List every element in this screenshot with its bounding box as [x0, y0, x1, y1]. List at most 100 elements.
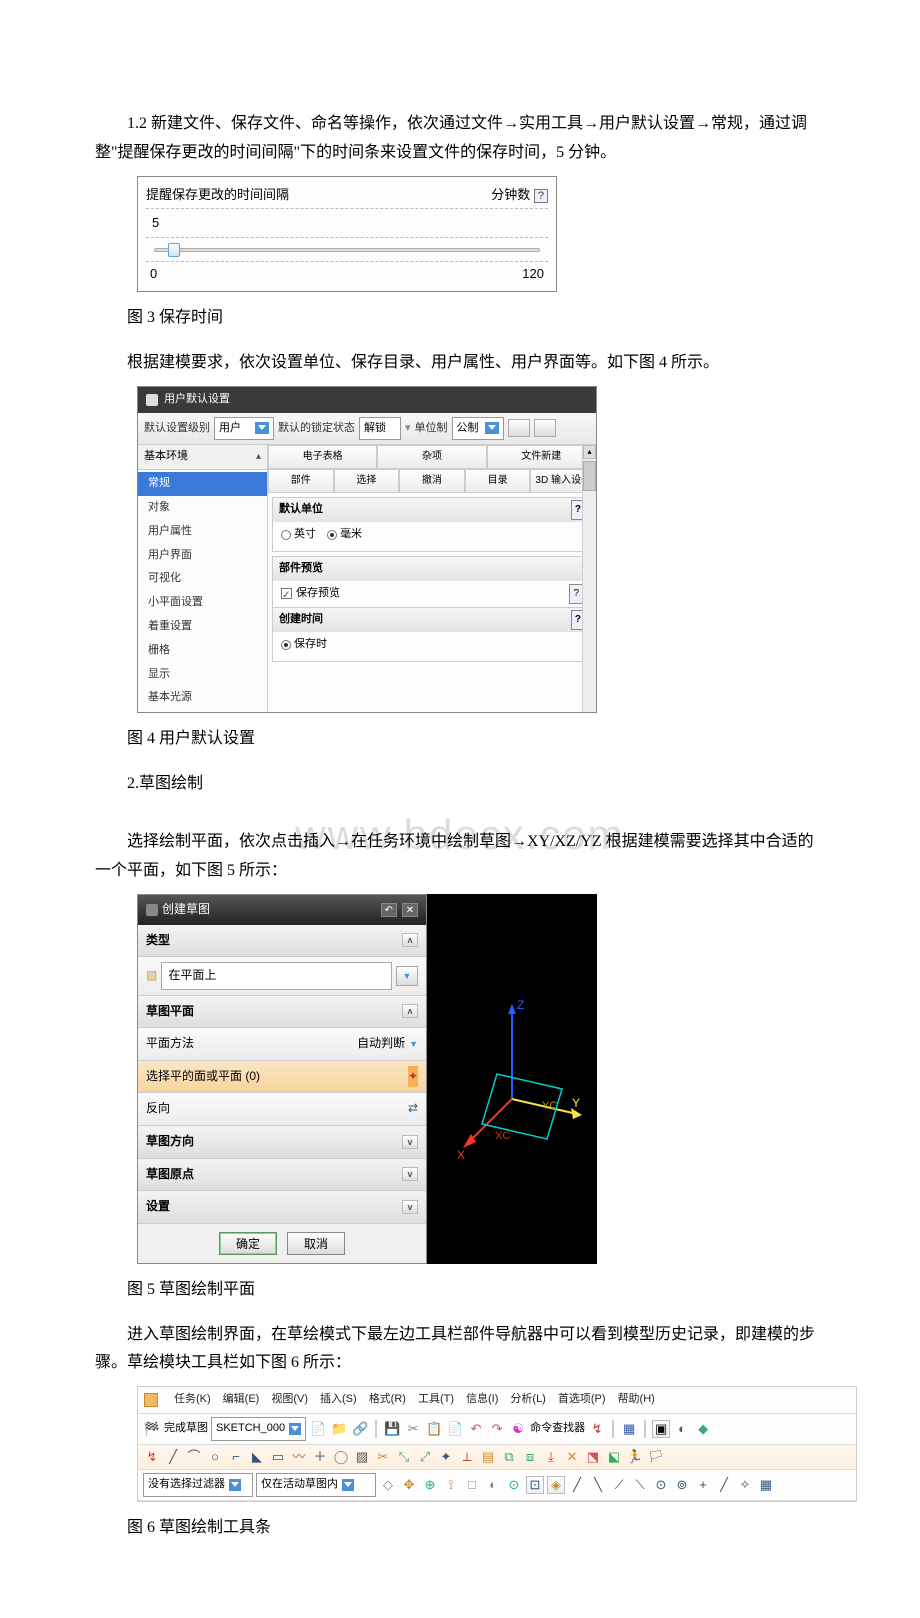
- tree-item-display[interactable]: 显示: [138, 663, 267, 687]
- copy-icon[interactable]: 📋: [425, 1420, 443, 1438]
- dim-tool-icon[interactable]: ⟂: [458, 1448, 476, 1466]
- project-icon[interactable]: ⤓: [542, 1448, 560, 1466]
- ok-button[interactable]: 确定: [219, 1232, 277, 1255]
- snap-last-icon[interactable]: ▦: [757, 1476, 775, 1494]
- extend-tool-icon[interactable]: ⤡: [395, 1448, 413, 1466]
- menu-task[interactable]: 任务(K): [174, 1390, 211, 1410]
- tool-23-icon[interactable]: ⬕: [605, 1448, 623, 1466]
- tool-24-icon[interactable]: 🏃: [626, 1448, 644, 1466]
- menu-view[interactable]: 视图(V): [271, 1390, 308, 1410]
- collapse-icon[interactable]: ʌ: [402, 933, 418, 947]
- snap-end-icon[interactable]: ⊡: [526, 1476, 544, 1494]
- expand-icon[interactable]: v: [402, 1167, 418, 1181]
- radio-mm[interactable]: 毫米: [327, 525, 362, 545]
- chamfer-tool-icon[interactable]: ◣: [248, 1448, 266, 1466]
- scope-select[interactable]: 仅在活动草图内: [256, 1473, 376, 1497]
- tab-catalog[interactable]: 目录: [465, 469, 531, 493]
- redo-icon[interactable]: ↷: [488, 1420, 506, 1438]
- trim-tool-icon[interactable]: ✂: [374, 1448, 392, 1466]
- point-tool-icon[interactable]: ＋: [311, 1448, 329, 1466]
- tab-spreadsheet[interactable]: 电子表格: [268, 445, 377, 469]
- view-style-icon[interactable]: ▣: [652, 1420, 670, 1438]
- toolbar-button-2[interactable]: [534, 419, 556, 437]
- menu-tools[interactable]: 工具(T): [418, 1390, 454, 1410]
- profile-tool-icon[interactable]: ↯: [143, 1448, 161, 1466]
- menu-info[interactable]: 信息(I): [466, 1390, 498, 1410]
- tool-icon[interactable]: ◆: [694, 1420, 712, 1438]
- help-icon[interactable]: ?: [534, 189, 548, 203]
- snap-2-icon[interactable]: ✥: [400, 1476, 418, 1494]
- paste-icon[interactable]: 📄: [446, 1420, 464, 1438]
- fillet-tool-icon[interactable]: ⌐: [227, 1448, 245, 1466]
- render-icon[interactable]: ◐: [673, 1420, 691, 1438]
- undo-icon[interactable]: ↶: [467, 1420, 485, 1438]
- scroll-up-icon[interactable]: ▴: [256, 448, 261, 466]
- tab-select[interactable]: 选择: [334, 469, 400, 493]
- menu-edit[interactable]: 编辑(E): [223, 1390, 260, 1410]
- tree-item-userattr[interactable]: 用户属性: [138, 520, 267, 544]
- toolbar-button-1[interactable]: [508, 419, 530, 437]
- unit-select[interactable]: 公制: [452, 417, 504, 441]
- tree-item-grid[interactable]: 栅格: [138, 639, 267, 663]
- snap-3-icon[interactable]: ⊕: [421, 1476, 439, 1494]
- snap-6-icon[interactable]: ◐: [484, 1476, 502, 1494]
- snap-ctrl-icon[interactable]: ╱: [568, 1476, 586, 1494]
- snap-7-icon[interactable]: ⊙: [505, 1476, 523, 1494]
- menu-help[interactable]: 帮助(H): [618, 1390, 655, 1410]
- category-tree[interactable]: 基本环境 ▴ 常规 对象 用户属性 用户界面 可视化 小平面设置 着重设置 栅格…: [138, 445, 268, 712]
- snap-plus-icon[interactable]: +: [694, 1476, 712, 1494]
- save-icon[interactable]: 💾: [383, 1420, 401, 1438]
- save-interval-slider[interactable]: [146, 238, 548, 262]
- menu-insert[interactable]: 插入(S): [320, 1390, 357, 1410]
- orient-icon[interactable]: ▦: [620, 1420, 638, 1438]
- snap-4-icon[interactable]: ⟟: [442, 1476, 460, 1494]
- type-select[interactable]: 在平面上: [161, 962, 392, 990]
- snap-exist-icon[interactable]: ⊙: [652, 1476, 670, 1494]
- plane-method-select[interactable]: 自动判断: [357, 1033, 405, 1055]
- radio-on-save[interactable]: 保存时: [281, 635, 327, 655]
- close-button[interactable]: ✕: [402, 903, 418, 917]
- expand-icon[interactable]: v: [402, 1200, 418, 1214]
- circle-tool-icon[interactable]: ○: [206, 1448, 224, 1466]
- tab-part[interactable]: 部件: [268, 469, 334, 493]
- mirror-icon[interactable]: ⧉: [500, 1448, 518, 1466]
- offset-tool-icon[interactable]: ✦: [437, 1448, 455, 1466]
- cmd-finder-icon[interactable]: ☯: [509, 1420, 527, 1438]
- radio-inch[interactable]: 英寸: [281, 525, 316, 545]
- snap-pole-icon[interactable]: ✧: [736, 1476, 754, 1494]
- tree-item-emphasis[interactable]: 着重设置: [138, 615, 267, 639]
- level-select[interactable]: 用户: [214, 417, 274, 441]
- scroll-up-icon[interactable]: ▴: [583, 445, 596, 459]
- select-face-button[interactable]: ✦: [408, 1066, 418, 1088]
- snap-quad-icon[interactable]: ⟋: [610, 1476, 628, 1494]
- snap-mid-icon[interactable]: ◈: [547, 1476, 565, 1494]
- check-save-preview[interactable]: 保存预览: [281, 584, 340, 604]
- dropdown-button[interactable]: ▼: [409, 1033, 418, 1055]
- snap-int-icon[interactable]: ╲: [589, 1476, 607, 1494]
- tree-item-visual[interactable]: 可视化: [138, 567, 267, 591]
- cut-icon[interactable]: ✂: [404, 1420, 422, 1438]
- tree-item-ui[interactable]: 用户界面: [138, 544, 267, 568]
- tab-filenew[interactable]: 文件新建: [487, 445, 596, 469]
- sketch-name-select[interactable]: SKETCH_000: [211, 1417, 306, 1441]
- scrollbar-thumb[interactable]: [583, 461, 596, 491]
- snap-5-icon[interactable]: □: [463, 1476, 481, 1494]
- menu-prefs[interactable]: 首选项(P): [558, 1390, 606, 1410]
- convert-icon[interactable]: ⬔: [584, 1448, 602, 1466]
- menu-format[interactable]: 格式(R): [369, 1390, 406, 1410]
- open-icon[interactable]: 📁: [330, 1420, 348, 1438]
- finish-sketch-icon[interactable]: 🏁: [143, 1420, 161, 1438]
- undo-button[interactable]: ↶: [381, 903, 397, 917]
- constraint-icon[interactable]: ▤: [479, 1448, 497, 1466]
- pattern-icon[interactable]: ⧈: [521, 1448, 539, 1466]
- dropdown-button[interactable]: ▼: [396, 966, 418, 986]
- profile-icon[interactable]: ↯: [588, 1420, 606, 1438]
- tree-item-object[interactable]: 对象: [138, 496, 267, 520]
- snap-center-icon[interactable]: ⊚: [673, 1476, 691, 1494]
- right-scrollbar[interactable]: ▴: [582, 445, 596, 712]
- help-icon[interactable]: ?: [569, 584, 583, 604]
- spline-tool-icon[interactable]: 〰: [290, 1448, 308, 1466]
- reverse-button[interactable]: ⇄: [408, 1098, 418, 1120]
- snap-arc-icon[interactable]: ⟍: [631, 1476, 649, 1494]
- snap-1-icon[interactable]: ◇: [379, 1476, 397, 1494]
